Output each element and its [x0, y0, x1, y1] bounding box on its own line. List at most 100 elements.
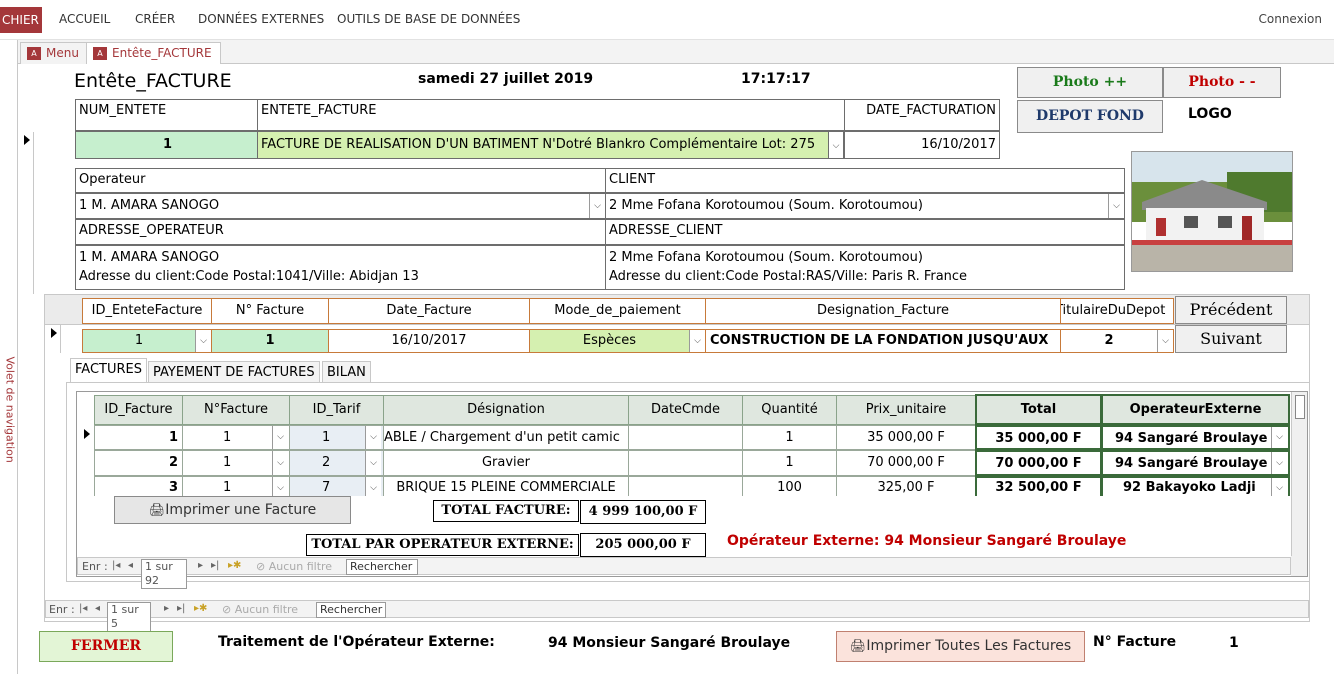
tab-creer[interactable]: CRÉER: [135, 12, 175, 26]
dropdown-arrow-icon[interactable]: ⌵: [365, 451, 381, 475]
doc-tab-entete-facture[interactable]: A Entête_FACTURE: [86, 42, 221, 64]
dropdown-arrow-icon[interactable]: ⌵: [1271, 427, 1287, 448]
adresse-operateur-line2: Adresse du client:Code Postal:1041/Ville…: [79, 269, 419, 284]
navigation-pane-label: Volet de navigation: [3, 356, 17, 463]
form-title: Entête_FACTURE: [74, 70, 232, 92]
photo-minus-button[interactable]: Photo - -: [1163, 67, 1281, 98]
tab-factures[interactable]: FACTURES: [70, 358, 147, 383]
last-record-icon[interactable]: ▸|: [211, 558, 219, 574]
dropdown-arrow-icon[interactable]: ⌵: [589, 194, 605, 218]
row2-id-facture[interactable]: 2: [94, 450, 183, 476]
row1-designation[interactable]: ABLE / Chargement d'un petit camic: [383, 425, 629, 450]
grid-header-designation: Désignation: [383, 395, 629, 425]
suivant-button[interactable]: Suivant: [1175, 325, 1287, 353]
entete-facture-field[interactable]: FACTURE DE REALISATION D'UN BATIMENT N'D…: [257, 131, 829, 159]
dropdown-arrow-icon[interactable]: ⌵: [195, 330, 211, 352]
imprimer-facture-button[interactable]: 🖨Imprimer une Facture: [114, 496, 351, 524]
mode-paiement-field[interactable]: Espèces: [529, 329, 706, 353]
tab-payement-factures[interactable]: PAYEMENT DE FACTURES: [148, 361, 320, 383]
date-facture-field[interactable]: 16/10/2017: [328, 329, 530, 353]
dropdown-arrow-icon[interactable]: ⌵: [1271, 452, 1287, 474]
num-entete-field[interactable]: 1: [75, 131, 258, 159]
row1-quantite[interactable]: 1: [742, 425, 837, 450]
dropdown-arrow-icon[interactable]: ⌵: [1271, 478, 1287, 496]
adresse-client-field[interactable]: 2 Mme Fofana Korotoumou (Soum. Korotoumo…: [605, 245, 1125, 290]
inner-filter-label: Aucun filtre: [268, 560, 333, 573]
first-record-icon[interactable]: |◂: [79, 601, 87, 617]
dropdown-arrow-icon[interactable]: ⌵: [689, 330, 705, 352]
row3-total[interactable]: 32 500,00 F: [975, 476, 1102, 496]
prev-record-icon[interactable]: ◂: [128, 558, 133, 574]
grid-vertical-scrollbar[interactable]: [1291, 392, 1307, 556]
row2-total[interactable]: 70 000,00 F: [975, 450, 1102, 476]
row3-id-facture[interactable]: 3: [94, 476, 183, 496]
imprimer-toutes-button[interactable]: 🖨Imprimer Toutes Les Factures: [836, 631, 1085, 662]
inner-search-box[interactable]: Rechercher: [346, 559, 418, 575]
date-facturation-field[interactable]: 16/10/2017: [844, 131, 1000, 159]
new-record-icon[interactable]: ▸✱: [194, 601, 207, 617]
row3-quantite[interactable]: 100: [742, 476, 837, 496]
next-record-icon[interactable]: ▸: [198, 558, 203, 574]
outer-record-counter[interactable]: 1 sur 5: [107, 602, 151, 632]
n-facture-field[interactable]: 1: [211, 329, 329, 353]
row2-operateur-externe[interactable]: 94 Sangaré Broulaye: [1101, 450, 1290, 476]
doc-tab-menu[interactable]: A Menu: [20, 42, 88, 64]
dropdown-arrow-icon[interactable]: ⌵: [272, 426, 288, 449]
outer-search-box[interactable]: Rechercher: [316, 602, 386, 618]
row3-datecmde[interactable]: [628, 476, 743, 496]
row2-designation[interactable]: Gravier: [383, 450, 629, 476]
inner-filter-indicator[interactable]: ⊘ Aucun filtre: [256, 559, 332, 575]
navigation-pane[interactable]: Volet de navigation: [0, 40, 18, 674]
dropdown-arrow-icon[interactable]: ⌵: [1108, 194, 1124, 218]
row1-id-facture[interactable]: 1: [94, 425, 183, 450]
prev-record-icon[interactable]: ◂: [95, 601, 100, 617]
total-par-operateur-label: TOTAL PAR OPERATEUR EXTERNE:: [306, 534, 579, 556]
current-time: 17:17:17: [741, 71, 811, 87]
access-icon: A: [93, 47, 107, 60]
next-record-icon[interactable]: ▸: [164, 601, 169, 617]
row1-datecmde[interactable]: [628, 425, 743, 450]
grid-header-n-facture: N°Facture: [182, 395, 290, 425]
last-record-icon[interactable]: ▸|: [177, 601, 185, 617]
row2-datecmde[interactable]: [628, 450, 743, 476]
row3-designation[interactable]: BRIQUE 15 PLEINE COMMERCIALE: [383, 476, 629, 496]
designation-facture-field[interactable]: CONSTRUCTION DE LA FONDATION JUSQU'AUX: [705, 329, 1061, 353]
photo-plus-button[interactable]: Photo ++: [1017, 67, 1163, 98]
dropdown-arrow-icon[interactable]: ⌵: [272, 477, 288, 496]
fermer-button[interactable]: FERMER: [39, 631, 173, 662]
row1-prix-unitaire[interactable]: 35 000,00 F: [836, 425, 976, 450]
row3-operateur-externe[interactable]: 92 Bakayoko Ladji: [1101, 476, 1290, 496]
row2-quantite[interactable]: 1: [742, 450, 837, 476]
tab-donnees-externes[interactable]: DONNÉES EXTERNES: [198, 12, 324, 26]
outer-filter-indicator[interactable]: ⊘ Aucun filtre: [222, 602, 298, 618]
row1-operateur-externe[interactable]: 94 Sangaré Broulaye: [1101, 425, 1290, 450]
connexion-link[interactable]: Connexion: [1259, 12, 1323, 26]
depot-fond-button[interactable]: DEPOT FOND: [1017, 100, 1163, 133]
tab-fichier[interactable]: CHIER: [0, 7, 42, 33]
dropdown-arrow-icon[interactable]: ⌵: [365, 477, 381, 496]
tab-bilan[interactable]: BILAN: [322, 361, 371, 383]
adresse-operateur-field[interactable]: 1 M. AMARA SANOGO Adresse du client:Code…: [75, 245, 606, 290]
tab-outils-bdd[interactable]: OUTILS DE BASE DE DONNÉES: [337, 12, 520, 26]
tab-accueil[interactable]: ACCUEIL: [59, 12, 110, 26]
operateur-label: Operateur: [75, 168, 606, 193]
row1-total[interactable]: 35 000,00 F: [975, 425, 1102, 450]
first-record-icon[interactable]: |◂: [112, 558, 120, 574]
record-selector[interactable]: [45, 325, 61, 353]
precedent-button[interactable]: Précédent: [1175, 296, 1287, 324]
row3-prix-unitaire[interactable]: 325,00 F: [836, 476, 976, 496]
operateur-combo[interactable]: 1 M. AMARA SANOGO: [75, 193, 606, 219]
id-entete-facture-field[interactable]: 1: [82, 329, 212, 353]
new-record-icon[interactable]: ▸✱: [228, 558, 241, 574]
inner-record-counter[interactable]: 1 sur 92: [141, 559, 187, 589]
dropdown-arrow-icon[interactable]: ⌵: [1157, 330, 1173, 352]
dropdown-arrow-icon[interactable]: ⌵: [365, 426, 381, 449]
house-photo: [1131, 151, 1293, 272]
record-selector[interactable]: [18, 132, 34, 294]
client-combo[interactable]: 2 Mme Fofana Korotoumou (Soum. Korotoumo…: [605, 193, 1125, 219]
dropdown-arrow-icon[interactable]: ⌵: [828, 131, 844, 159]
num-entete-label: NUM_ENTETE: [75, 99, 258, 131]
row2-prix-unitaire[interactable]: 70 000,00 F: [836, 450, 976, 476]
dropdown-arrow-icon[interactable]: ⌵: [272, 451, 288, 475]
header-titulaire-depot: TitulaireDuDepot: [1060, 298, 1174, 324]
